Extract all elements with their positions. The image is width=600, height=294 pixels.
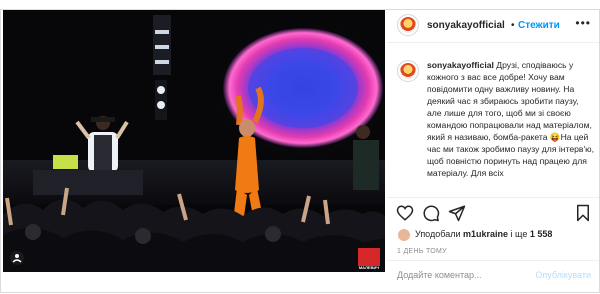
post-sidebar: sonyakayofficial • Стежити ••• sonyakayo… [387,9,600,293]
action-bar: Уподобали m1ukraine і ще 1 558 1 ДЕНЬ ТО… [387,197,599,258]
watermark-text: МАЛЕВИЧ [359,265,380,270]
likes-suffix: і ще [510,229,528,239]
bookmark-icon[interactable] [574,204,592,222]
comment-input[interactable] [397,270,537,280]
comment-box: Опублікувати [387,260,599,294]
liker-username[interactable]: m1ukraine [463,229,508,239]
avatar[interactable] [397,14,419,36]
more-icon[interactable]: ••• [575,16,591,30]
caption-username[interactable]: sonyakayofficial [427,60,494,70]
likes-prefix: Уподобали [415,229,461,239]
post-header: sonyakayofficial • Стежити ••• [387,9,599,43]
header-username[interactable]: sonyakayofficial [427,20,505,31]
separator-dot: • [511,20,515,31]
heart-icon[interactable] [396,204,414,222]
caption-text: sonyakayofficial Друзі, сподіваюсь у кож… [427,59,595,179]
post-photo[interactable]: МАЛЕВИЧ [3,10,385,272]
share-icon[interactable] [448,204,466,222]
post-comment-button[interactable]: Опублікувати [535,270,591,280]
post-timestamp[interactable]: 1 ДЕНЬ ТОМУ [397,248,447,255]
comment-icon[interactable] [422,204,440,222]
person-tag-icon[interactable] [10,251,24,265]
likes-summary: Уподобали m1ukraine і ще 1 558 [415,229,552,239]
caption-body: Друзі, сподіваюсь у кожного з вас все до… [427,60,594,178]
follow-button[interactable]: Стежити [518,20,560,31]
caption: sonyakayofficial Друзі, сподіваюсь у кож… [397,47,595,197]
likes-count[interactable]: 1 558 [530,229,553,239]
concert-photo: МАЛЕВИЧ [3,10,385,272]
liker-avatar[interactable] [397,228,411,242]
malevich-logo [358,248,380,266]
caption-avatar[interactable] [397,60,419,82]
